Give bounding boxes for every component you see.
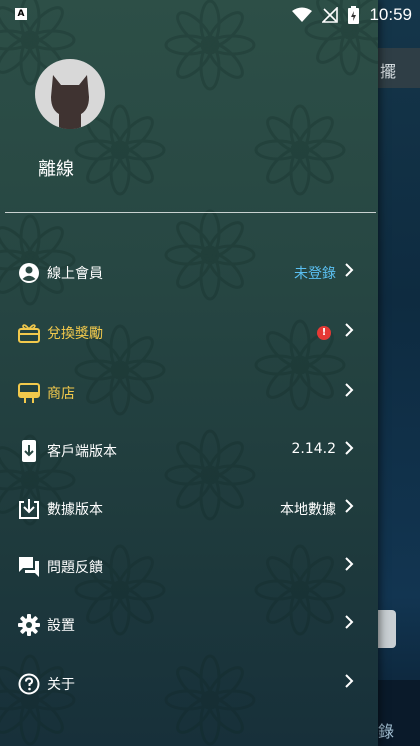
menu-item-about[interactable]: 关于 [0, 655, 378, 713]
menu-item-client-version[interactable]: 客戶端版本 2.14.2 [0, 422, 378, 480]
chevron-right-icon [345, 441, 354, 455]
chevron-right-icon [345, 323, 354, 337]
menu-item-data-version[interactable]: 數據版本 本地數據 [0, 480, 378, 538]
menu-item-online-member[interactable]: 線上會員 未登錄 [0, 244, 378, 302]
chevron-right-icon [345, 263, 354, 277]
background-app: 擺 錄 [378, 0, 420, 746]
settings-gear-icon [18, 614, 40, 636]
chevron-right-icon [345, 499, 354, 513]
menu-item-feedback[interactable]: 問題反饋 [0, 538, 378, 596]
background-toolbar-chip: 擺 [378, 48, 420, 88]
data-version-value: 本地數據 [280, 502, 336, 518]
battery-charging-icon [348, 6, 360, 24]
menu-item-redeem-rewards[interactable]: 兌換獎勵 ! [0, 304, 378, 362]
menu-label: 兌換獎勵 [47, 326, 103, 342]
background-bottom-bar: 錄 [378, 680, 420, 746]
menu-label: 設置 [47, 618, 75, 634]
alert-badge: ! [317, 326, 331, 340]
menu-item-store[interactable]: 商店 [0, 364, 378, 422]
divider [5, 212, 376, 213]
no-signal-icon [322, 7, 339, 23]
chevron-right-icon [345, 674, 354, 688]
avatar[interactable] [35, 59, 105, 129]
account-circle-icon [19, 263, 39, 283]
notification-app-icon: A [15, 8, 27, 20]
menu-label: 关于 [47, 677, 75, 693]
navigation-drawer: 離線 線上會員 未登錄 兌換獎勵 ! 商店 客戶端版本 2.14.2 數據版本 … [0, 0, 378, 746]
store-icon [18, 383, 40, 403]
menu-label: 客戶端版本 [47, 444, 117, 460]
system-icons: 10:59 [292, 5, 412, 25]
status-bar: A 10:59 [0, 0, 420, 30]
phone-download-icon [22, 440, 36, 462]
wifi-icon [292, 7, 313, 22]
menu-label: 線上會員 [47, 266, 103, 282]
help-circle-icon [18, 673, 40, 695]
gift-icon [18, 324, 40, 343]
data-download-icon [19, 499, 39, 519]
login-status: 未登錄 [294, 266, 336, 282]
menu-label: 問題反饋 [47, 560, 103, 576]
menu-label: 商店 [47, 386, 75, 402]
client-version-value: 2.14.2 [291, 441, 336, 457]
menu-item-settings[interactable]: 設置 [0, 596, 378, 654]
background-button [378, 610, 396, 648]
cat-silhouette-icon [51, 75, 89, 129]
menu-label: 數據版本 [47, 502, 103, 518]
feedback-icon [19, 557, 39, 577]
chevron-right-icon [345, 557, 354, 571]
clock: 10:59 [369, 5, 412, 24]
username: 離線 [38, 159, 74, 180]
chevron-right-icon [345, 615, 354, 629]
chevron-right-icon [345, 383, 354, 397]
